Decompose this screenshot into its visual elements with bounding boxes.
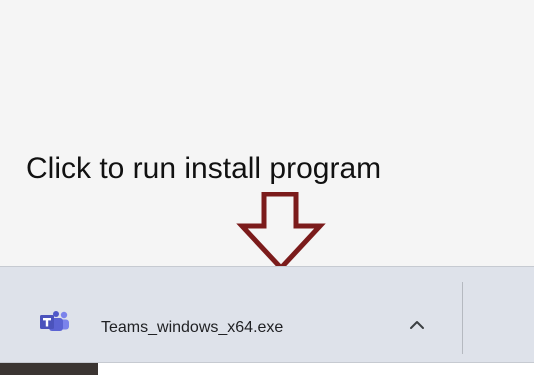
taskbar-edge xyxy=(0,363,98,375)
instruction-text: Click to run install program xyxy=(26,152,382,185)
download-bar-divider xyxy=(462,282,463,354)
download-bar: Teams_windows_x64.exe xyxy=(0,266,534,375)
chevron-up-icon[interactable] xyxy=(406,317,428,333)
down-arrow-icon xyxy=(236,192,326,272)
page-content: Click to run install program xyxy=(0,0,534,272)
download-filename[interactable]: Teams_windows_x64.exe xyxy=(101,318,283,338)
download-item[interactable]: Teams_windows_x64.exe xyxy=(0,273,462,367)
teams-icon xyxy=(40,311,69,331)
